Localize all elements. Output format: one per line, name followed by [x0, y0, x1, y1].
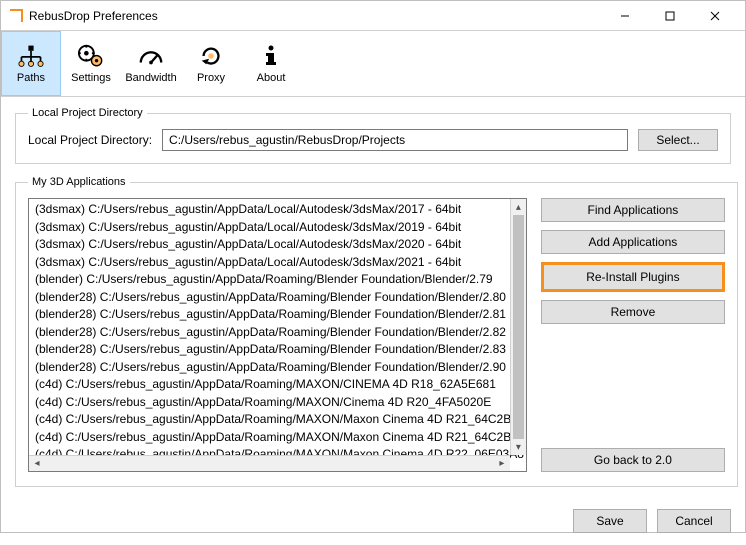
go-back-button[interactable]: Go back to 2.0 — [541, 448, 725, 472]
close-button[interactable] — [692, 2, 737, 30]
tab-bandwidth[interactable]: Bandwidth — [121, 31, 181, 96]
scroll-up-icon[interactable]: ▴ — [511, 199, 526, 215]
list-item[interactable]: (blender28) C:/Users/rebus_agustin/AppDa… — [35, 289, 526, 307]
list-item[interactable]: (blender28) C:/Users/rebus_agustin/AppDa… — [35, 359, 526, 377]
toolbar: Paths Settings — [1, 31, 745, 97]
tab-label: Settings — [71, 72, 111, 84]
group-local-project: Local Project Directory Local Project Di… — [15, 107, 731, 164]
list-item[interactable]: (blender28) C:/Users/rebus_agustin/AppDa… — [35, 341, 526, 359]
tab-about[interactable]: About — [241, 31, 301, 96]
tab-paths[interactable]: Paths — [1, 31, 61, 96]
save-button[interactable]: Save — [573, 509, 647, 533]
titlebar: RebusDrop Preferences — [1, 1, 745, 31]
list-item[interactable]: (blender28) C:/Users/rebus_agustin/AppDa… — [35, 306, 526, 324]
group-apps: My 3D Applications (3dsmax) C:/Users/reb… — [15, 176, 738, 487]
tab-settings[interactable]: Settings — [61, 31, 121, 96]
vertical-scrollbar[interactable]: ▴ ▾ — [510, 199, 526, 455]
tab-label: About — [257, 72, 286, 84]
content: Local Project Directory Local Project Di… — [1, 97, 745, 487]
local-project-input[interactable] — [162, 129, 628, 151]
list-item[interactable]: (c4d) C:/Users/rebus_agustin/AppData/Roa… — [35, 376, 526, 394]
local-project-label: Local Project Directory: — [28, 133, 152, 147]
cancel-button[interactable]: Cancel — [657, 509, 731, 533]
select-button[interactable]: Select... — [638, 129, 718, 151]
scroll-down-icon[interactable]: ▾ — [511, 439, 526, 455]
find-applications-button[interactable]: Find Applications — [541, 198, 725, 222]
horizontal-scrollbar[interactable]: ◂ ▸ — [29, 455, 510, 471]
list-item[interactable]: (blender28) C:/Users/rebus_agustin/AppDa… — [35, 324, 526, 342]
list-item[interactable]: (c4d) C:/Users/rebus_agustin/AppData/Roa… — [35, 429, 526, 447]
scroll-right-icon[interactable]: ▸ — [494, 458, 510, 469]
tab-proxy[interactable]: Proxy — [181, 31, 241, 96]
group-legend: Local Project Directory — [28, 107, 147, 119]
scroll-thumb[interactable] — [513, 215, 524, 439]
paths-icon — [18, 43, 44, 69]
app-icon — [9, 9, 23, 23]
proxy-icon — [198, 43, 224, 69]
apps-buttons: Find Applications Add Applications Re-In… — [541, 198, 725, 472]
list-item[interactable]: (3dsmax) C:/Users/rebus_agustin/AppData/… — [35, 201, 526, 219]
minimize-button[interactable] — [602, 2, 647, 30]
reinstall-plugins-button[interactable]: Re-Install Plugins — [541, 262, 725, 292]
list-item[interactable]: (c4d) C:/Users/rebus_agustin/AppData/Roa… — [35, 394, 526, 412]
add-applications-button[interactable]: Add Applications — [541, 230, 725, 254]
bandwidth-icon — [138, 43, 164, 69]
scroll-left-icon[interactable]: ◂ — [29, 458, 45, 469]
list-item[interactable]: (3dsmax) C:/Users/rebus_agustin/AppData/… — [35, 236, 526, 254]
tab-label: Proxy — [197, 72, 225, 84]
tab-label: Bandwidth — [125, 72, 176, 84]
group-legend: My 3D Applications — [28, 176, 130, 188]
list-item[interactable]: (3dsmax) C:/Users/rebus_agustin/AppData/… — [35, 219, 526, 237]
apps-listbox[interactable]: (3dsmax) C:/Users/rebus_agustin/AppData/… — [28, 198, 527, 472]
settings-icon — [78, 43, 104, 69]
tab-label: Paths — [17, 72, 45, 84]
remove-button[interactable]: Remove — [541, 300, 725, 324]
window-buttons — [602, 2, 737, 30]
list-item[interactable]: (blender) C:/Users/rebus_agustin/AppData… — [35, 271, 526, 289]
footer: Save Cancel — [1, 499, 745, 545]
list-item[interactable]: (3dsmax) C:/Users/rebus_agustin/AppData/… — [35, 254, 526, 272]
about-icon — [258, 43, 284, 69]
window-title: RebusDrop Preferences — [29, 9, 602, 23]
maximize-button[interactable] — [647, 2, 692, 30]
list-item[interactable]: (c4d) C:/Users/rebus_agustin/AppData/Roa… — [35, 411, 526, 429]
